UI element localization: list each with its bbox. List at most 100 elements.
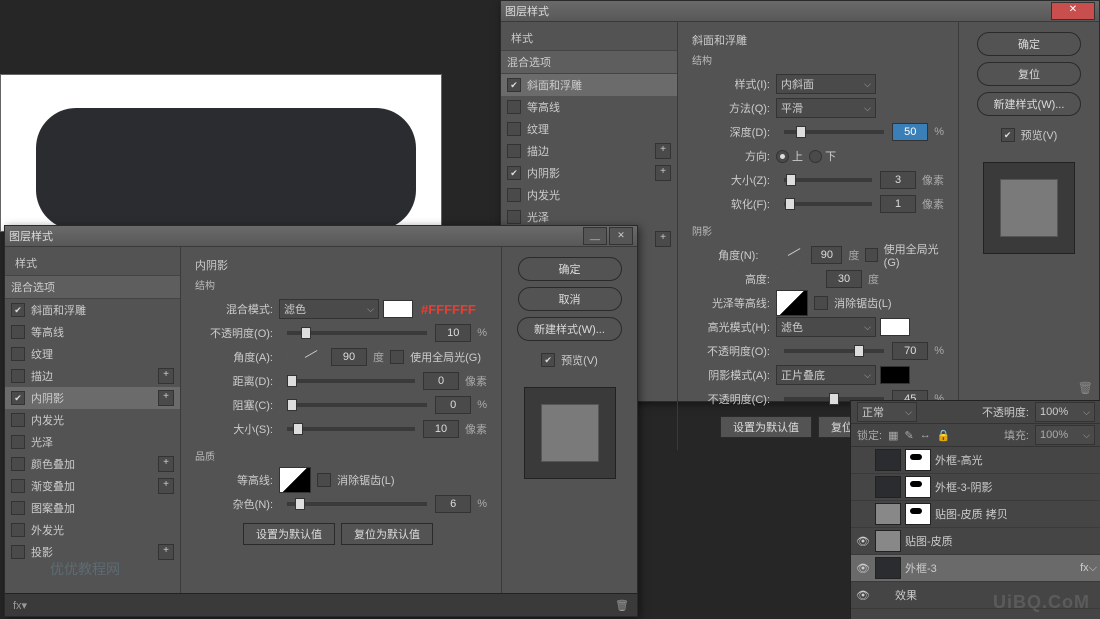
style-stroke[interactable]: 描边+ — [501, 140, 677, 162]
angle-dial[interactable] — [287, 339, 323, 375]
style-dropdown[interactable]: 内斜面 — [776, 74, 876, 94]
fill-dropdown[interactable]: 100% — [1035, 425, 1095, 445]
layer-row[interactable]: 外框-高光 — [851, 447, 1100, 474]
fx-badge[interactable]: fx — [1080, 562, 1089, 574]
style-texture[interactable]: 纹理 — [5, 343, 180, 365]
highlight-mode-dropdown[interactable]: 滤色 — [776, 317, 876, 337]
style-inner-shadow[interactable]: 内阴影+ — [501, 162, 677, 184]
highlight-opacity-input[interactable]: 70 — [892, 342, 928, 360]
checkbox-icon[interactable] — [507, 100, 521, 114]
style-inner-glow[interactable]: 内发光 — [501, 184, 677, 206]
close-icon[interactable]: ✕ — [609, 227, 633, 245]
layer-row[interactable]: 👁贴图-皮质 — [851, 528, 1100, 555]
layer-row[interactable]: 贴图-皮质 拷贝 — [851, 501, 1100, 528]
distance-slider[interactable] — [287, 379, 415, 383]
trash-icon[interactable]: 🗑 — [1078, 381, 1093, 395]
style-stroke[interactable]: 描边+ — [5, 365, 180, 387]
close-icon[interactable]: ✕ — [1051, 2, 1095, 20]
depth-slider[interactable] — [784, 130, 884, 134]
titlebar[interactable]: 图层样式 __ ✕ — [5, 226, 637, 247]
style-color-overlay[interactable]: 颜色叠加+ — [5, 453, 180, 475]
antialias-checkbox[interactable] — [814, 296, 828, 310]
reset-button[interactable]: 复位 — [977, 62, 1081, 86]
eye-icon[interactable]: 👁 — [855, 562, 871, 575]
lock-icon[interactable]: ✎ — [904, 429, 913, 442]
lock-icon[interactable]: ▦ — [888, 429, 898, 442]
choke-slider[interactable] — [287, 403, 427, 407]
checkbox-icon[interactable] — [507, 78, 521, 92]
highlight-opacity-slider[interactable] — [784, 349, 884, 353]
distance-input[interactable]: 0 — [423, 372, 459, 390]
checkbox-icon[interactable] — [507, 188, 521, 202]
checkbox-icon[interactable] — [11, 545, 25, 559]
opacity-slider[interactable] — [287, 331, 427, 335]
size-slider[interactable] — [287, 427, 415, 431]
choke-input[interactable]: 0 — [435, 396, 471, 414]
checkbox-icon[interactable] — [11, 479, 25, 493]
checkbox-icon[interactable] — [507, 122, 521, 136]
fx-icon[interactable]: fx▾ — [13, 599, 27, 612]
method-dropdown[interactable]: 平滑 — [776, 98, 876, 118]
angle-input[interactable]: 90 — [331, 348, 367, 366]
set-default-button[interactable]: 设置为默认值 — [720, 416, 812, 438]
lock-icon[interactable]: ↔ — [920, 429, 931, 441]
preview-checkbox[interactable] — [541, 353, 555, 367]
gloss-contour[interactable] — [776, 290, 808, 316]
radio-up[interactable] — [776, 150, 789, 163]
blend-mode-dropdown[interactable]: 正常 — [857, 402, 917, 422]
new-style-button[interactable]: 新建样式(W)... — [977, 92, 1082, 116]
checkbox-icon[interactable] — [11, 435, 25, 449]
checkbox-icon[interactable] — [11, 413, 25, 427]
ok-button[interactable]: 确定 — [518, 257, 622, 281]
opacity-input[interactable]: 10 — [435, 324, 471, 342]
contour-picker[interactable] — [279, 467, 311, 493]
new-style-button[interactable]: 新建样式(W)... — [517, 317, 622, 341]
checkbox-icon[interactable] — [11, 325, 25, 339]
style-gradient-overlay[interactable]: 渐变叠加+ — [5, 475, 180, 497]
plus-icon[interactable]: + — [158, 456, 174, 472]
plus-icon[interactable]: + — [158, 478, 174, 494]
color-swatch[interactable] — [383, 300, 413, 318]
noise-slider[interactable] — [287, 502, 427, 506]
shadow-color-swatch[interactable] — [880, 366, 910, 384]
eye-icon[interactable]: 👁 — [855, 535, 871, 548]
radio-down[interactable] — [809, 150, 822, 163]
style-contour[interactable]: 等高线 — [5, 321, 180, 343]
plus-icon[interactable]: + — [158, 390, 174, 406]
layer-row[interactable]: 外框-3-阴影 — [851, 474, 1100, 501]
style-satin[interactable]: 光泽 — [5, 431, 180, 453]
blending-options[interactable]: 混合选项 — [501, 50, 677, 74]
preview-checkbox[interactable] — [1001, 128, 1015, 142]
layer-row[interactable]: 👁外框-3fx⌵ — [851, 555, 1100, 582]
blending-options[interactable]: 混合选项 — [5, 275, 180, 299]
checkbox-icon[interactable] — [507, 210, 521, 224]
checkbox-icon[interactable] — [11, 457, 25, 471]
cancel-button[interactable]: 取消 — [518, 287, 622, 311]
size-input[interactable]: 3 — [880, 171, 916, 189]
checkbox-icon[interactable] — [507, 166, 521, 180]
eye-icon[interactable]: 👁 — [855, 589, 871, 602]
style-contour[interactable]: 等高线 — [501, 96, 677, 118]
size-slider[interactable] — [784, 178, 872, 182]
checkbox-icon[interactable] — [11, 523, 25, 537]
titlebar[interactable]: 图层样式 ✕ — [501, 1, 1099, 22]
plus-icon[interactable]: + — [655, 143, 671, 159]
checkbox-icon[interactable] — [11, 303, 25, 317]
chevron-down-icon[interactable]: ⌵ — [1089, 562, 1097, 575]
style-inner-shadow[interactable]: 内阴影+ — [5, 387, 180, 409]
checkbox-icon[interactable] — [11, 501, 25, 515]
style-outer-glow[interactable]: 外发光 — [5, 519, 180, 541]
plus-icon[interactable]: + — [655, 231, 671, 247]
global-light-checkbox[interactable] — [865, 248, 877, 262]
trash-icon[interactable]: 🗑 — [615, 599, 629, 612]
shadow-mode-dropdown[interactable]: 正片叠底 — [776, 365, 876, 385]
checkbox-icon[interactable] — [507, 144, 521, 158]
plus-icon[interactable]: + — [158, 544, 174, 560]
angle-input[interactable]: 90 — [811, 246, 842, 264]
reset-default-button[interactable]: 复位为默认值 — [341, 523, 433, 545]
minimize-icon[interactable]: __ — [583, 227, 607, 245]
soften-input[interactable]: 1 — [880, 195, 916, 213]
depth-input[interactable]: 50 — [892, 123, 928, 141]
checkbox-icon[interactable] — [11, 391, 25, 405]
opacity-dropdown[interactable]: 100% — [1035, 402, 1095, 422]
